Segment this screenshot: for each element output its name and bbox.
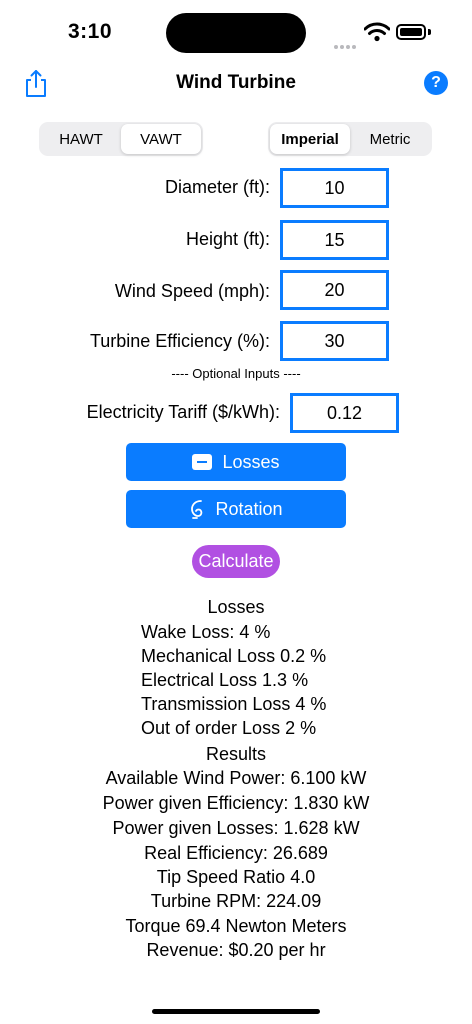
result-item: Turbine RPM: 224.09	[150, 891, 322, 911]
optional-inputs-header: ---- Optional Inputs ----	[171, 366, 301, 381]
result-item: Power given Efficiency: 1.830 kW	[102, 793, 370, 813]
units-segmented-control: Imperial Metric	[268, 122, 432, 156]
cellular-signal-icon	[334, 36, 358, 49]
result-item: Real Efficiency: 26.689	[144, 843, 328, 863]
result-item: Torque 69.4 Newton Meters	[125, 916, 347, 936]
turbine-type-segmented-control: HAWT VAWT	[39, 122, 203, 156]
loss-item: Transmission Loss 4 %	[141, 694, 327, 714]
battery-cap	[428, 29, 431, 35]
loss-item: Mechanical Loss 0.2 %	[141, 646, 327, 666]
diameter-label: Diameter (ft):	[164, 177, 270, 197]
page-title: Wind Turbine	[176, 72, 296, 93]
tariff-field[interactable]: 0.12	[290, 393, 399, 433]
height-label: Height (ft):	[185, 229, 270, 249]
result-item: Available Wind Power: 6.100 kW	[105, 768, 367, 788]
diameter-field[interactable]: 10	[280, 168, 389, 208]
wind-speed-field[interactable]: 20	[280, 270, 389, 310]
segment-hawt[interactable]: HAWT	[41, 124, 121, 154]
efficiency-label: Turbine Efficiency (%):	[89, 331, 270, 351]
segment-metric[interactable]: Metric	[350, 124, 430, 154]
losses-button[interactable]: Losses	[126, 443, 346, 481]
loss-item: Electrical Loss 1.3 %	[141, 670, 309, 690]
help-icon[interactable]: ?	[424, 71, 448, 95]
result-item: Power given Losses: 1.628 kW	[112, 818, 360, 838]
rotation-icon	[191, 500, 203, 519]
wifi-icon	[364, 22, 390, 42]
home-indicator[interactable]	[152, 1009, 320, 1014]
results-heading: Results	[205, 744, 267, 764]
wind-speed-label: Wind Speed (mph):	[114, 281, 270, 301]
rotation-button[interactable]: Rotation	[126, 490, 346, 528]
efficiency-field[interactable]: 30	[280, 321, 389, 361]
minus-square-icon	[192, 454, 213, 470]
calculate-button[interactable]: Calculate	[192, 545, 280, 578]
result-item: Tip Speed Ratio 4.0	[156, 867, 316, 887]
battery-icon	[396, 24, 426, 40]
dynamic-island	[166, 13, 306, 53]
losses-heading: Losses	[207, 597, 265, 617]
status-time: 3:10	[68, 20, 113, 43]
result-item: Revenue: $0.20 per hr	[146, 940, 326, 960]
height-field[interactable]: 15	[280, 220, 389, 260]
loss-item: Wake Loss: 4 %	[141, 622, 271, 642]
rotation-button-label: Rotation	[215, 498, 283, 519]
segment-vawt[interactable]: VAWT	[121, 124, 201, 154]
segment-imperial[interactable]: Imperial	[270, 124, 350, 154]
tariff-label: Electricity Tariff ($/kWh):	[86, 402, 280, 422]
losses-button-label: Losses	[222, 451, 280, 472]
loss-item: Out of order Loss 2 %	[141, 718, 317, 738]
